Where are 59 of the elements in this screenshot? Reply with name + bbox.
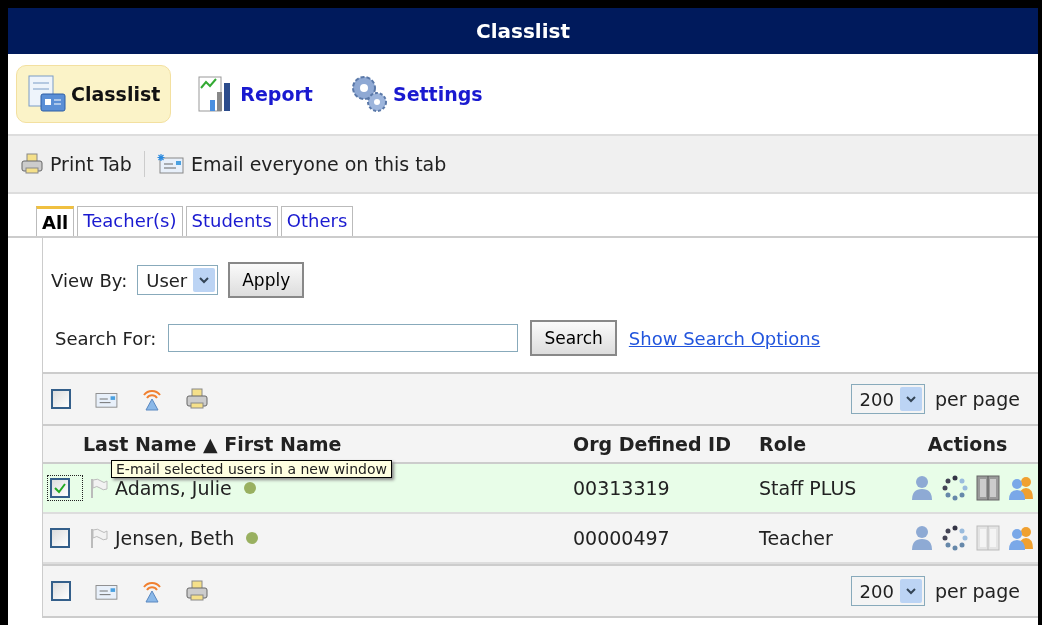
view-by-select[interactable]: User (137, 265, 219, 295)
printer-icon[interactable] (185, 580, 209, 602)
per-page-label: per page (934, 580, 1020, 602)
printer-icon (20, 153, 44, 175)
status-dot (243, 482, 256, 494)
nav-tab[interactable]: Report (185, 65, 324, 123)
filter-tab[interactable]: Students (185, 206, 278, 236)
nav-tab[interactable]: Classlist (16, 65, 172, 123)
dotted-ring-icon[interactable] (942, 475, 968, 501)
apply-button[interactable]: Apply (228, 262, 305, 298)
filter-tab[interactable]: Teacher(s) (77, 206, 183, 236)
status-dot (246, 532, 259, 544)
dotted-ring-icon[interactable] (942, 525, 968, 551)
user-name[interactable]: Adams, Julie (115, 477, 232, 499)
column-header[interactable]: Last Name ▲ First Name (83, 433, 573, 455)
caret-icon (193, 268, 216, 292)
nav-tab[interactable]: Settings (337, 65, 494, 123)
table-cell-text: 00000497 (573, 527, 671, 549)
per-page-label: per page (934, 388, 1020, 410)
locker-icon[interactable] (976, 475, 1000, 501)
table-cell-text: 00313319 (573, 477, 671, 499)
caret-icon (899, 387, 922, 411)
per-page-select[interactable]: 200 (850, 384, 925, 414)
broadcast-icon[interactable] (141, 579, 163, 603)
search-options-link[interactable]: Show Search Options (628, 327, 821, 349)
group-icon[interactable] (1008, 525, 1034, 551)
list-card-icon (27, 74, 67, 114)
tooltip: E-mail selected users in a new window (111, 460, 392, 478)
table-cell-text: Staff PLUS (759, 477, 858, 499)
email-card-icon (156, 153, 185, 175)
group-icon[interactable] (1008, 475, 1034, 501)
user-icon[interactable] (910, 475, 934, 501)
filter-tab[interactable]: Others (280, 206, 354, 236)
toolbar-link[interactable]: Print Tab (20, 153, 132, 175)
per-page-select[interactable]: 200 (850, 576, 925, 606)
broadcast-icon[interactable] (141, 387, 163, 411)
checkmark-icon (53, 481, 67, 495)
flag-icon[interactable] (89, 527, 109, 549)
row-checkbox[interactable] (50, 528, 70, 548)
flag-icon[interactable] (89, 477, 109, 499)
user-icon[interactable] (910, 525, 934, 551)
row-checkbox[interactable] (50, 478, 70, 498)
search-field[interactable] (168, 324, 519, 352)
column-header[interactable]: Org Defined ID (573, 433, 759, 455)
search-label: Search For: (55, 327, 157, 349)
caret-icon (899, 579, 922, 603)
table-cell-text: Teacher (759, 527, 834, 549)
select-all-checkbox[interactable] (51, 389, 71, 409)
toolbar-link[interactable]: Email everyone on this tab (156, 153, 447, 175)
filter-tab[interactable]: All (36, 206, 75, 236)
locker-icon[interactable] (976, 525, 1000, 551)
search-button[interactable]: Search (530, 320, 617, 356)
column-header: Actions (926, 433, 1009, 455)
column-header[interactable]: Role (759, 433, 897, 455)
select-all-checkbox[interactable] (51, 581, 71, 601)
user-name[interactable]: Jensen, Beth (115, 527, 235, 549)
printer-icon[interactable] (185, 388, 209, 410)
window-title: Classlist (476, 19, 570, 43)
view-by-label: View By: (51, 269, 128, 291)
